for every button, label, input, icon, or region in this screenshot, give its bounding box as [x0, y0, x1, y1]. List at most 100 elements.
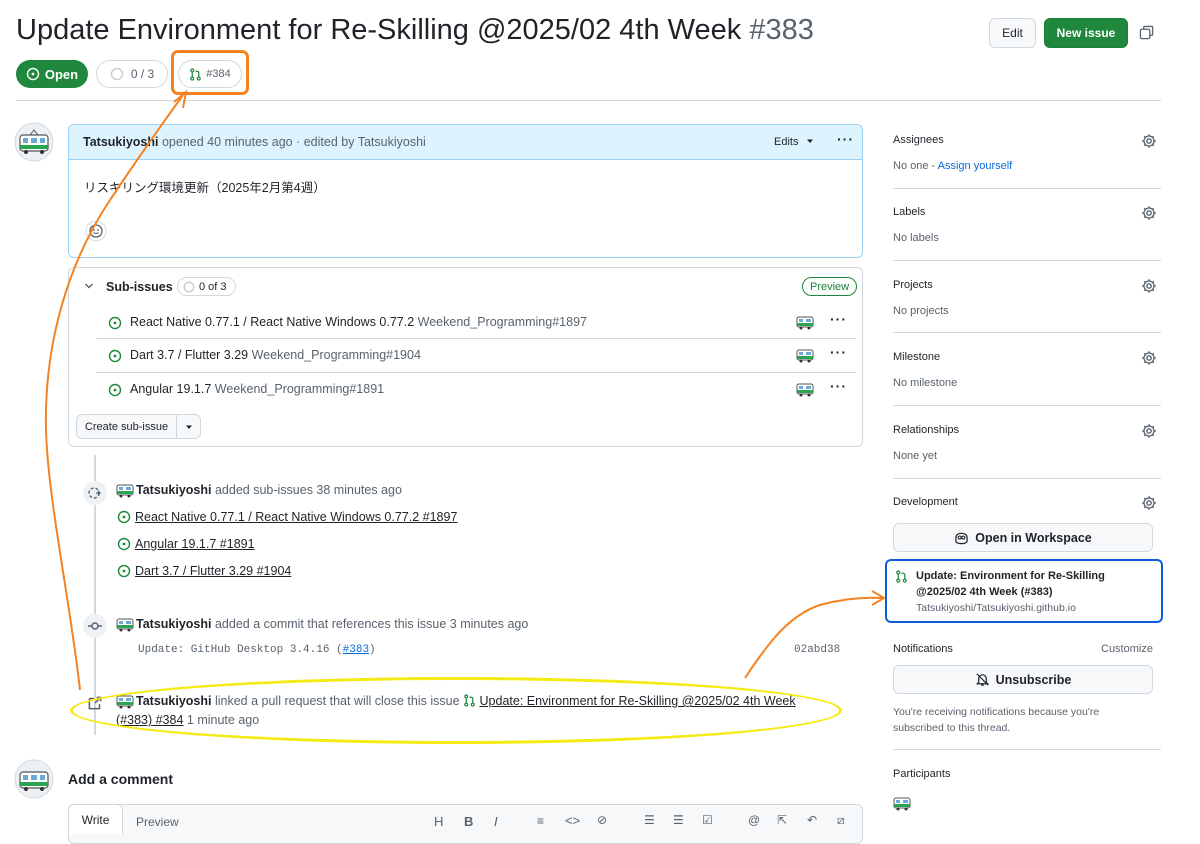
- sidebar-divider: [893, 332, 1161, 333]
- avatar: [116, 618, 134, 632]
- subissue-row[interactable]: Angular 19.1.7 Weekend_Programming#1891 …: [96, 373, 856, 406]
- mention-icon[interactable]: @: [748, 813, 760, 827]
- subissues-progress-text: 0 of 3: [199, 280, 227, 293]
- caret-down-icon: [806, 139, 813, 143]
- quote-icon[interactable]: ≡: [537, 814, 544, 828]
- commit-sha[interactable]: 02abd38: [794, 644, 840, 656]
- subissue-title: React Native 0.77.1 / React Native Windo…: [130, 315, 587, 329]
- subissues-title: Sub-issues: [106, 280, 173, 294]
- caret-down-icon[interactable]: [177, 415, 200, 438]
- subissue-link[interactable]: Dart 3.7 / Flutter 3.29 #1904: [135, 564, 291, 578]
- author-link[interactable]: Tatsukiyoshi: [83, 135, 158, 149]
- development-pr-card[interactable]: Update: Environment for Re-Skilling @202…: [885, 559, 1163, 623]
- unsubscribe-button[interactable]: Unsubscribe: [893, 665, 1153, 694]
- issue-opened-icon: [108, 316, 122, 330]
- issue-title: Update Environment for Re-Skilling @2025…: [16, 14, 742, 46]
- page-title: Update Environment for Re-Skilling @2025…: [16, 14, 814, 47]
- sidebar-divider: [893, 260, 1161, 261]
- reference-icon[interactable]: ⇱: [777, 813, 787, 827]
- description-header: Tatsukiyoshi opened 40 minutes ago · edi…: [69, 125, 862, 160]
- notifications-label: Notifications: [893, 643, 953, 655]
- create-subissue-button[interactable]: Create sub-issue: [77, 415, 177, 438]
- milestone-value: No milestone: [893, 377, 958, 389]
- task-list-icon[interactable]: ☑: [702, 813, 713, 827]
- progress-circle-icon: [183, 281, 195, 292]
- commit-message: Update: GitHub Desktop 3.4.16 (#383): [138, 644, 376, 656]
- description-card: Tatsukiyoshi opened 40 minutes ago · edi…: [68, 124, 863, 258]
- event-text: added a commit that references this issu…: [214, 617, 529, 631]
- avatar: [14, 122, 54, 162]
- edits-dropdown[interactable]: Edits: [774, 136, 814, 148]
- gear-icon[interactable]: [1141, 495, 1157, 511]
- description-meta: opened 40 minutes ago · edited by Tatsuk…: [161, 135, 426, 149]
- comment-editor: Write Preview H B I ≡ <> ⊘ ☰ ☰ ☑ @ ⇱ ↶ ⧄: [68, 804, 863, 844]
- subissues-progress-badge: 0 of 3: [177, 277, 236, 296]
- subissue-progress-text: 0 / 3: [130, 67, 155, 81]
- subissue-link[interactable]: React Native 0.77.1 / React Native Windo…: [135, 510, 457, 524]
- gear-icon[interactable]: [1141, 133, 1157, 149]
- annotation-yellow-ellipse: [70, 677, 842, 744]
- ordered-list-icon[interactable]: ☰: [673, 813, 684, 827]
- subissues-card: Sub-issues 0 of 3 Preview React Native 0…: [68, 267, 863, 447]
- progress-circle-icon: [110, 67, 124, 81]
- relationships-label: Relationships: [893, 424, 960, 436]
- commit-icon: [83, 614, 107, 638]
- bell-slash-icon: [975, 673, 989, 686]
- unordered-list-icon[interactable]: ☰: [644, 813, 655, 827]
- timeline-event-subissues: Tatsukiyoshi added sub-issues 38 minutes…: [136, 483, 402, 497]
- issue-opened-icon: [108, 349, 122, 363]
- projects-label: Projects: [893, 279, 933, 291]
- description-body: リスキリング環境更新（2025年2月第4週）: [84, 181, 326, 195]
- projects-value: No projects: [893, 305, 949, 317]
- description-byline: Tatsukiyoshi opened 40 minutes ago · edi…: [83, 135, 426, 149]
- fullscreen-icon[interactable]: ⧄: [837, 813, 845, 828]
- subissue-title: Dart 3.7 / Flutter 3.29 Weekend_Programm…: [130, 348, 421, 362]
- participant-avatar[interactable]: [893, 797, 911, 811]
- annotation-arrow-to-dev-card: [744, 596, 883, 679]
- kebab-icon[interactable]: ···: [830, 378, 847, 394]
- state-badge: Open: [16, 60, 88, 88]
- copy-icon[interactable]: [1139, 25, 1154, 40]
- subissue-progress-pill[interactable]: 0 / 3: [96, 60, 168, 88]
- customize-link[interactable]: Customize: [1101, 643, 1153, 655]
- timeline-event-commit: Tatsukiyoshi added a commit that referen…: [136, 617, 528, 631]
- state-label: Open: [44, 66, 79, 82]
- issue-number: #383: [749, 14, 814, 46]
- author-link[interactable]: Tatsukiyoshi: [136, 483, 211, 497]
- gear-icon[interactable]: [1141, 205, 1157, 221]
- subissue-link[interactable]: Angular 19.1.7 #1891: [135, 537, 255, 551]
- development-pr-title[interactable]: Update: Environment for Re-Skilling @202…: [916, 568, 1158, 600]
- annotation-orange-box: [171, 50, 249, 95]
- kebab-icon[interactable]: ···: [830, 344, 847, 360]
- kebab-icon[interactable]: ···: [830, 311, 847, 327]
- subissue-row[interactable]: React Native 0.77.1 / React Native Windo…: [96, 306, 856, 339]
- gear-icon[interactable]: [1141, 350, 1157, 366]
- commit-issue-ref[interactable]: #383: [343, 644, 369, 656]
- workspace-button-label: Open in Workspace: [975, 530, 1092, 545]
- smiley-icon[interactable]: [85, 220, 107, 242]
- link-icon[interactable]: ⊘: [597, 813, 607, 827]
- gear-icon[interactable]: [1141, 278, 1157, 294]
- assignees-value: No one - Assign yourself: [893, 160, 1013, 172]
- new-issue-button[interactable]: New issue: [1044, 18, 1128, 48]
- assign-yourself-link[interactable]: Assign yourself: [938, 160, 1013, 172]
- edit-button[interactable]: Edit: [989, 18, 1036, 48]
- pull-request-icon: [896, 570, 907, 583]
- issue-opened-icon: [108, 383, 122, 397]
- edits-label: Edits: [774, 136, 799, 148]
- avatar: [116, 484, 134, 498]
- kebab-icon[interactable]: ···: [837, 131, 854, 147]
- sidebar-divider: [893, 749, 1161, 750]
- author-link[interactable]: Tatsukiyoshi: [136, 617, 211, 631]
- add-comment-title: Add a comment: [68, 771, 174, 787]
- tab-write[interactable]: Write: [68, 804, 123, 834]
- open-in-workspace-button[interactable]: Open in Workspace: [893, 523, 1153, 552]
- gear-icon[interactable]: [1141, 423, 1157, 439]
- subissue-title: Angular 19.1.7 Weekend_Programming#1891: [130, 382, 385, 396]
- issue-opened-icon: [117, 537, 131, 551]
- chevron-down-icon[interactable]: [84, 281, 94, 291]
- undo-icon[interactable]: ↶: [807, 813, 817, 827]
- assignee-avatar: [796, 349, 814, 363]
- code-icon[interactable]: <>: [565, 813, 580, 828]
- subissue-row[interactable]: Dart 3.7 / Flutter 3.29 Weekend_Programm…: [96, 339, 856, 373]
